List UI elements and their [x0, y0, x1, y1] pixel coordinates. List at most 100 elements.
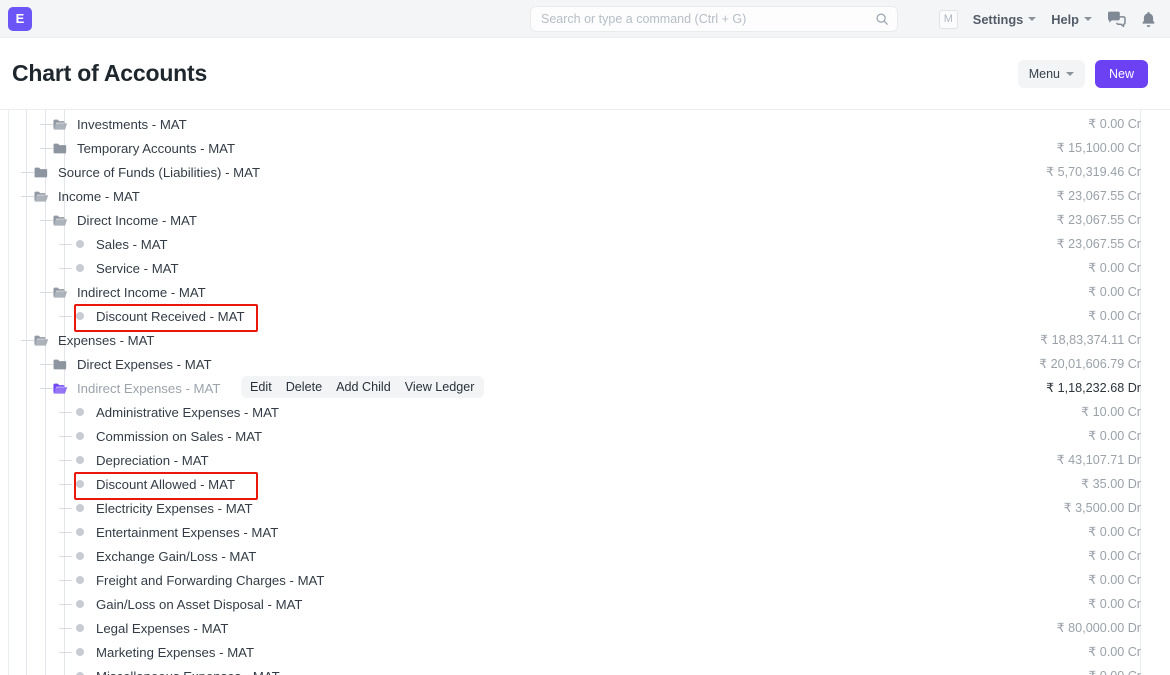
tree-row[interactable]: Source of Funds (Liabilities) - MAT₹ 5,7… [9, 160, 1170, 184]
tree-row-label[interactable]: Exchange Gain/Loss - MAT [96, 549, 256, 564]
tree-row[interactable]: Entertainment Expenses - MAT₹ 0.00 Cr [9, 520, 1170, 544]
leaf-dot-icon [72, 304, 89, 328]
view-ledger-button[interactable]: View Ledger [405, 380, 475, 394]
tree-row-label[interactable]: Service - MAT [96, 261, 179, 276]
nav-settings[interactable]: Settings [973, 12, 1036, 27]
tree-row-label[interactable]: Temporary Accounts - MAT [77, 141, 235, 156]
tree-connector [21, 340, 34, 341]
tree-row-label-zone[interactable]: Indirect Income - MAT [53, 280, 206, 304]
tree-row-label-zone[interactable]: Miscellaneous Expenses - MAT [72, 664, 280, 675]
bell-icon[interactable] [1141, 11, 1156, 28]
tree-row[interactable]: Commission on Sales - MAT₹ 0.00 Cr [9, 424, 1170, 448]
tree-row-label[interactable]: Freight and Forwarding Charges - MAT [96, 573, 324, 588]
tree-row-label[interactable]: Electricity Expenses - MAT [96, 501, 253, 516]
leaf-dot-icon [72, 472, 89, 496]
tree-row-label[interactable]: Legal Expenses - MAT [96, 621, 228, 636]
tree-row[interactable]: Indirect Expenses - MAT₹ 1,18,232.68 Dr [9, 376, 1170, 400]
tree-row-label-zone[interactable]: Commission on Sales - MAT [72, 424, 262, 448]
account-balance: ₹ 0.00 Cr [1088, 112, 1141, 136]
tree-row[interactable]: Direct Income - MAT₹ 23,067.55 Cr [9, 208, 1170, 232]
tree-row-label-zone[interactable]: Direct Expenses - MAT [53, 352, 212, 376]
tree-row-label-zone[interactable]: Legal Expenses - MAT [72, 616, 228, 640]
tree-row[interactable]: Gain/Loss on Asset Disposal - MAT₹ 0.00 … [9, 592, 1170, 616]
leaf-dot-icon [72, 592, 89, 616]
tree-row-label-zone[interactable]: Discount Received - MAT [72, 304, 245, 328]
tree-row[interactable]: Expenses - MAT₹ 18,83,374.11 Cr [9, 328, 1170, 352]
tree-row-label-zone[interactable]: Marketing Expenses - MAT [72, 640, 254, 664]
tree-row-label[interactable]: Marketing Expenses - MAT [96, 645, 254, 660]
tree-row[interactable]: Exchange Gain/Loss - MAT₹ 0.00 Cr [9, 544, 1170, 568]
tree-row[interactable]: Income - MAT₹ 23,067.55 Cr [9, 184, 1170, 208]
tree-row-label-zone[interactable]: Electricity Expenses - MAT [72, 496, 253, 520]
add-child-button[interactable]: Add Child [336, 380, 391, 394]
comment-icon[interactable] [1107, 11, 1126, 28]
leaf-dot-icon [72, 256, 89, 280]
tree-row-label-zone[interactable]: Gain/Loss on Asset Disposal - MAT [72, 592, 302, 616]
tree-row[interactable]: Indirect Income - MAT₹ 0.00 Cr [9, 280, 1170, 304]
search-input[interactable] [541, 12, 875, 26]
tree-row-label[interactable]: Discount Received - MAT [96, 309, 245, 324]
tree-row-label-zone[interactable]: Service - MAT [72, 256, 179, 280]
tree-connector [40, 364, 53, 365]
tree-row[interactable]: Investments - MAT ₹ 0.00 Cr [9, 112, 1170, 136]
tree-row-label-zone[interactable]: Indirect Expenses - MAT [53, 376, 220, 400]
tree-row-label-zone[interactable]: Direct Income - MAT [53, 208, 197, 232]
tree-row-label-zone[interactable]: Source of Funds (Liabilities) - MAT [34, 160, 260, 184]
tree-row-label[interactable]: Sales - MAT [96, 237, 168, 252]
leaf-dot-icon [76, 600, 84, 608]
tree-row[interactable]: Miscellaneous Expenses - MAT₹ 0.00 Cr [9, 664, 1170, 675]
tree-row-label-zone[interactable]: Administrative Expenses - MAT [72, 400, 279, 424]
new-button[interactable]: New [1095, 60, 1148, 88]
global-search[interactable] [530, 6, 898, 32]
tree-row[interactable]: Discount Allowed - MAT ₹ 35.00 Dr [9, 472, 1170, 496]
tree-row[interactable]: Electricity Expenses - MAT₹ 3,500.00 Dr [9, 496, 1170, 520]
leaf-dot-icon [72, 616, 89, 640]
tree-row[interactable]: Temporary Accounts - MAT₹ 15,100.00 Cr [9, 136, 1170, 160]
tree-row-label[interactable]: Discount Allowed - MAT [96, 477, 235, 492]
tree-row[interactable]: Service - MAT₹ 0.00 Cr [9, 256, 1170, 280]
tree-row-label-zone[interactable]: Exchange Gain/Loss - MAT [72, 544, 256, 568]
tree-row-label-zone[interactable]: Entertainment Expenses - MAT [72, 520, 278, 544]
tree-row[interactable]: Administrative Expenses - MAT ₹ 10.00 Cr [9, 400, 1170, 424]
nav-help[interactable]: Help [1051, 12, 1092, 27]
tree-row[interactable]: Discount Received - MAT₹ 0.00 Cr [9, 304, 1170, 328]
tree-row[interactable]: Legal Expenses - MAT₹ 80,000.00 Dr [9, 616, 1170, 640]
tree-row-label[interactable]: Entertainment Expenses - MAT [96, 525, 278, 540]
tree-row-label[interactable]: Gain/Loss on Asset Disposal - MAT [96, 597, 302, 612]
avatar[interactable]: M [939, 10, 958, 29]
tree-row-label[interactable]: Miscellaneous Expenses - MAT [96, 669, 280, 675]
tree-row-label[interactable]: Income - MAT [58, 189, 140, 204]
tree-connector [40, 292, 53, 293]
delete-button[interactable]: Delete [286, 380, 322, 394]
tree-row-label-zone[interactable]: Freight and Forwarding Charges - MAT [72, 568, 324, 592]
tree-row[interactable]: Freight and Forwarding Charges - MAT₹ 0.… [9, 568, 1170, 592]
tree-row-label[interactable]: Direct Expenses - MAT [77, 357, 212, 372]
app-logo[interactable]: E [8, 7, 32, 31]
tree-row-label[interactable]: Expenses - MAT [58, 333, 155, 348]
tree-row-label-zone[interactable]: Discount Allowed - MAT [72, 472, 235, 496]
menu-button[interactable]: Menu [1018, 60, 1085, 88]
tree-row-label[interactable]: Investments - MAT [77, 117, 187, 132]
tree-row-label[interactable]: Indirect Expenses - MAT [77, 381, 220, 396]
tree-row[interactable]: Sales - MAT₹ 23,067.55 Cr [9, 232, 1170, 256]
tree-row-label-zone[interactable]: Temporary Accounts - MAT [53, 136, 235, 160]
tree-row-label[interactable]: Commission on Sales - MAT [96, 429, 262, 444]
tree-row-label[interactable]: Indirect Income - MAT [77, 285, 206, 300]
tree-row-label-zone[interactable]: Sales - MAT [72, 232, 168, 256]
tree-row-label[interactable]: Direct Income - MAT [77, 213, 197, 228]
tree-row-label-zone[interactable]: Expenses - MAT [34, 328, 155, 352]
tree-row[interactable]: Marketing Expenses - MAT₹ 0.00 Cr [9, 640, 1170, 664]
account-balance: ₹ 35.00 Dr [1081, 472, 1141, 496]
tree-row-label[interactable]: Depreciation - MAT [96, 453, 209, 468]
tree-row[interactable]: Depreciation - MAT₹ 43,107.71 Dr [9, 448, 1170, 472]
tree-row-label[interactable]: Administrative Expenses - MAT [96, 405, 279, 420]
account-balance: ₹ 10.00 Cr [1081, 400, 1141, 424]
search-icon[interactable] [875, 12, 889, 26]
tree-row-label-zone[interactable]: Income - MAT [34, 184, 140, 208]
tree-row-label[interactable]: Source of Funds (Liabilities) - MAT [58, 165, 260, 180]
tree-row[interactable]: Direct Expenses - MAT₹ 20,01,606.79 Cr [9, 352, 1170, 376]
tree-row-label-zone[interactable]: Investments - MAT [53, 112, 187, 136]
leaf-dot-icon [76, 480, 84, 488]
edit-button[interactable]: Edit [250, 380, 272, 394]
tree-row-label-zone[interactable]: Depreciation - MAT [72, 448, 209, 472]
